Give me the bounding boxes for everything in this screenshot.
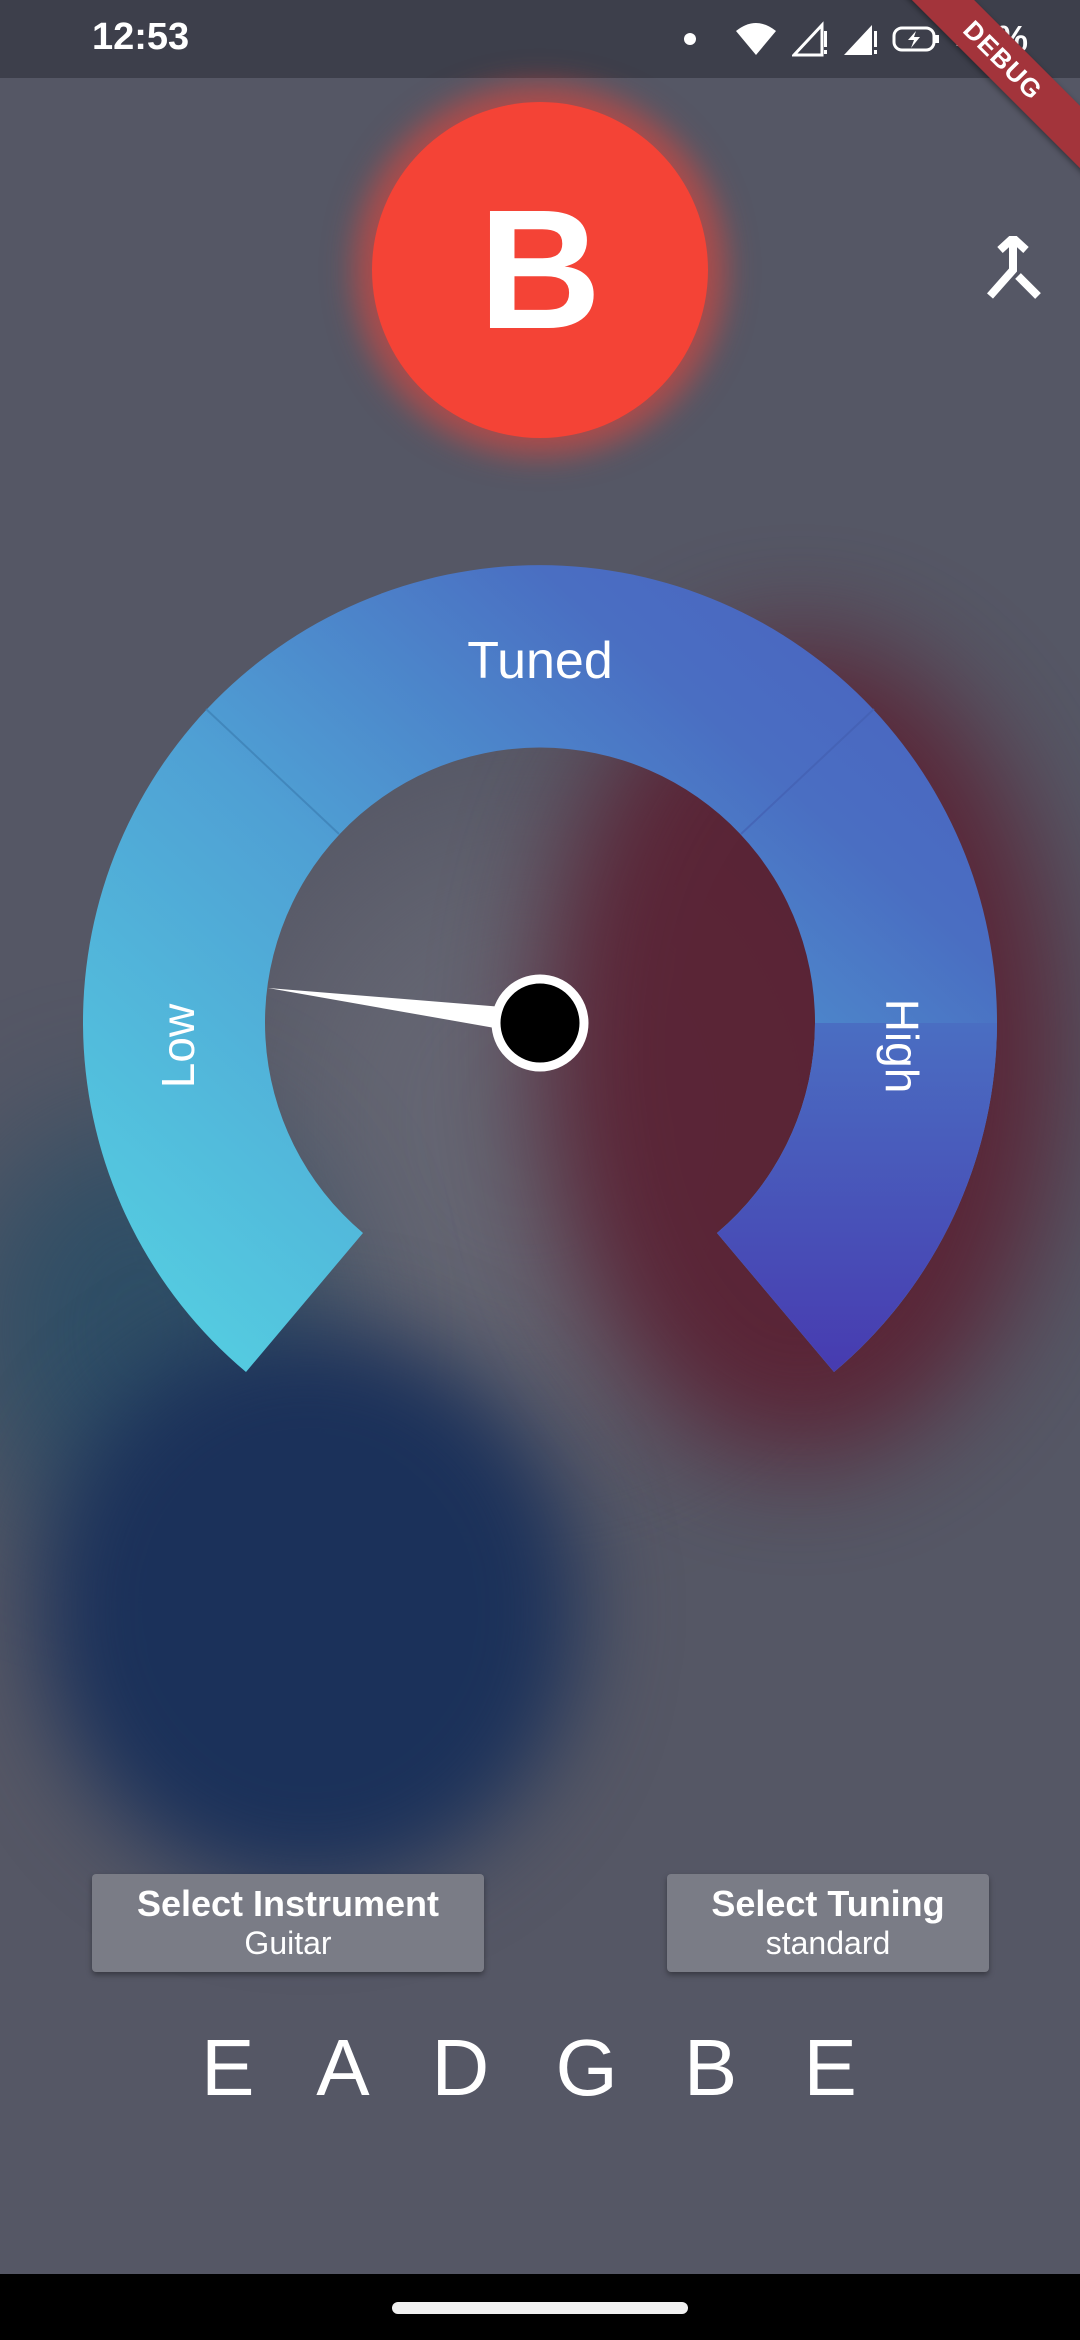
wifi-icon [735, 23, 776, 55]
merge-icon [987, 232, 1041, 299]
signal-icon [791, 21, 827, 57]
selected-instrument-value: Guitar [244, 1925, 332, 1961]
select-instrument-label: Select Instrument [136, 1883, 440, 1924]
selected-tuning-value: standard [765, 1925, 891, 1961]
signal-icon [843, 25, 877, 55]
home-indicator[interactable] [392, 2302, 688, 2314]
gauge-label-tuned: Tuned [467, 632, 613, 690]
notification-dot-icon [683, 33, 696, 45]
navigation-bar [0, 2274, 1080, 2340]
select-instrument-button[interactable]: Select Instrument Guitar [92, 1874, 484, 1972]
note-letter: B [478, 175, 602, 365]
gauge-label-low: Low [152, 1003, 204, 1088]
select-tuning-label: Select Tuning [711, 1883, 945, 1924]
note-indicator: B [372, 102, 708, 438]
gauge-arc-high [717, 1023, 997, 1372]
tuning-gauge: Tuned Low High [0, 540, 1080, 1420]
merge-icon-button[interactable] [980, 232, 1046, 308]
gauge-label-high: High [876, 999, 928, 1094]
select-tuning-button[interactable]: Select Tuning standard [667, 1874, 989, 1972]
status-time: 12:53 [92, 16, 190, 58]
battery-charging-icon [892, 26, 939, 52]
tuning-strings: E A D G B E [201, 2023, 879, 2112]
needle-hub [491, 974, 589, 1072]
status-bar: 12:53 41% [0, 0, 1080, 78]
